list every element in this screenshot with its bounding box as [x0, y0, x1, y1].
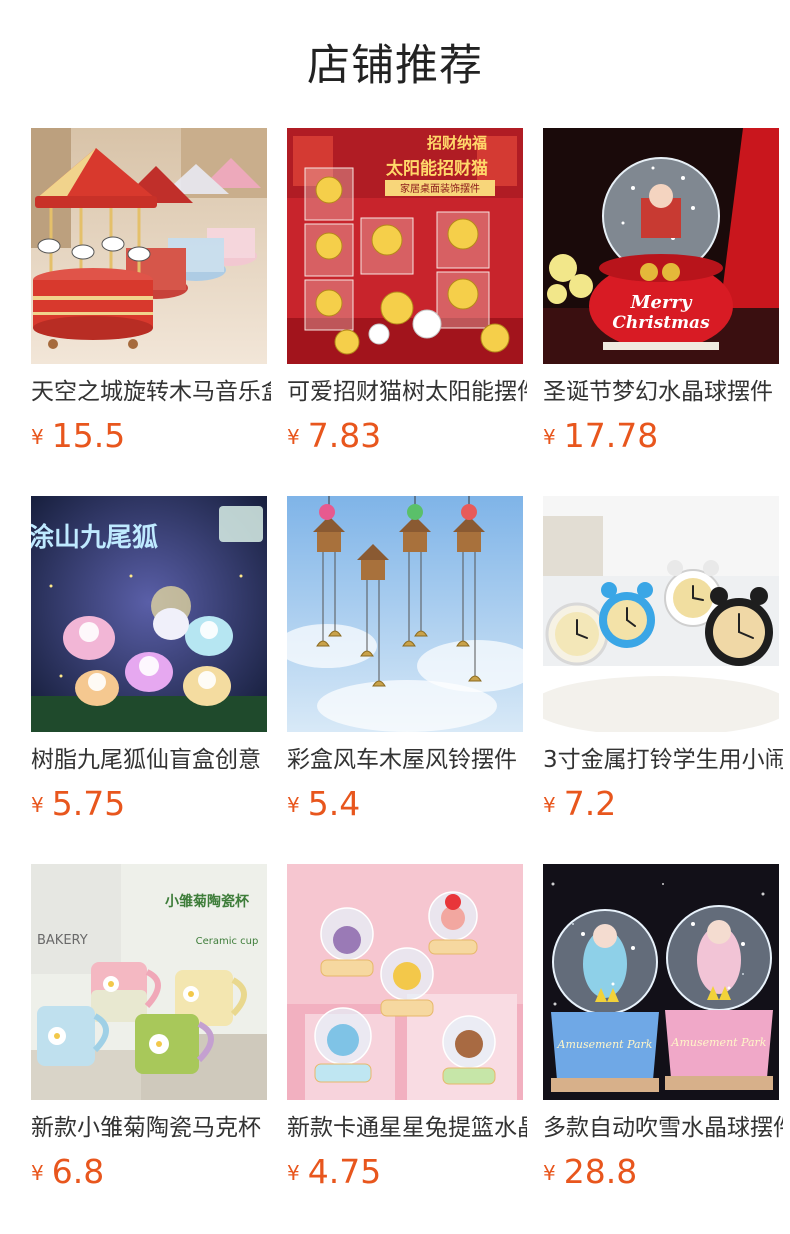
product-name[interactable]: 多款自动吹雪水晶球摆件: [543, 1112, 783, 1144]
product-price: ¥17.78: [543, 416, 658, 456]
price-value: 5.75: [51, 784, 126, 823]
product-card[interactable]: BAKERY 小雏菊陶瓷杯 Ceramic cup 新款小雏菊陶瓷马克杯 ¥ 6…: [31, 864, 267, 1232]
image-text-main: 太阳能招财猫: [386, 158, 488, 179]
currency-symbol: ¥: [543, 793, 556, 817]
image-text-right: Amusement Park: [671, 1036, 767, 1049]
product-image-christmas-snow-globe[interactable]: Merry Christmas: [543, 128, 779, 364]
store-recommendation-page: 店铺推荐 天空之城旋转木马音乐盒 ¥ 15.5 招财纳福 太阳能招财猫 家居桌面…: [0, 0, 790, 1234]
product-image-nine-tail-fox-figures[interactable]: 涂山九尾狐: [31, 496, 267, 732]
product-price: ¥28.8: [543, 1152, 637, 1192]
price-value: 4.75: [307, 1152, 382, 1191]
product-name[interactable]: 圣诞节梦幻水晶球摆件: [543, 376, 783, 408]
image-text-left: Amusement Park: [557, 1038, 653, 1051]
currency-symbol: ¥: [543, 425, 556, 449]
image-text-title: 涂山九尾狐: [31, 522, 158, 553]
product-card[interactable]: 招财纳福 太阳能招财猫 家居桌面装饰摆件 可爱招财猫树太阳能摆件 ¥ 7.83: [287, 128, 527, 496]
image-text-title: 小雏菊陶瓷杯: [165, 893, 250, 910]
price-value: 7.2: [563, 784, 617, 823]
product-price: ¥15.5: [31, 416, 125, 456]
product-name[interactable]: 树脂九尾狐仙盲盒创意: [31, 744, 271, 776]
price-value: 17.78: [563, 416, 659, 455]
product-card[interactable]: 彩盒风车木屋风铃摆件 ¥5.4: [287, 496, 523, 864]
currency-symbol: ¥: [31, 793, 44, 817]
image-text-top: 招财纳福: [427, 134, 487, 152]
product-card[interactable]: Amusement Park Amusement Park 多款自动吹雪水晶球摆…: [543, 864, 783, 1232]
product-price: ¥7.83: [287, 416, 381, 456]
product-card[interactable]: 涂山九尾狐 树脂九尾狐仙盲盒创意 ¥ 5.75: [31, 496, 267, 864]
currency-symbol: ¥: [31, 1161, 44, 1185]
image-text-sub: 家居桌面装饰摆件: [400, 182, 480, 195]
product-price: ¥5.4: [287, 784, 360, 824]
product-image-windmill-wind-chimes[interactable]: [287, 496, 523, 732]
currency-symbol: ¥: [543, 1161, 556, 1185]
image-text-sub: Ceramic cup: [196, 936, 259, 947]
product-name[interactable]: 天空之城旋转木马音乐盒: [31, 376, 271, 408]
product-image-carousel-music-box[interactable]: [31, 128, 267, 364]
product-name[interactable]: 新款卡通星星兔提篮水晶球: [287, 1112, 527, 1144]
price-value: 6.8: [51, 1152, 105, 1191]
product-name[interactable]: 彩盒风车木屋风铃摆件: [287, 744, 527, 776]
product-card[interactable]: 3寸金属打铃学生用小闹钟 ¥7.2: [543, 496, 783, 864]
image-text-merry: Merry: [630, 292, 693, 313]
product-image-snow-crystal-globes[interactable]: Amusement Park Amusement Park: [543, 864, 779, 1100]
product-image-alarm-clocks[interactable]: [543, 496, 779, 732]
product-image-cartoon-crystal-balls[interactable]: [287, 864, 523, 1100]
image-text-christmas: Christmas: [612, 313, 710, 333]
price-value: 7.83: [307, 416, 382, 455]
product-card[interactable]: Merry Christmas 圣诞节梦幻水晶球摆件 ¥17.78: [543, 128, 779, 496]
product-name[interactable]: 新款小雏菊陶瓷马克杯: [31, 1112, 271, 1144]
page-title: 店铺推荐: [307, 41, 483, 91]
product-price: ¥5.75: [31, 784, 125, 824]
currency-symbol: ¥: [287, 1161, 300, 1185]
product-image-daisy-ceramic-mugs[interactable]: BAKERY 小雏菊陶瓷杯 Ceramic cup: [31, 864, 267, 1100]
product-price: ¥4.75: [287, 1152, 381, 1192]
product-price: ¥6.8: [31, 1152, 104, 1192]
product-name[interactable]: 可爱招财猫树太阳能摆件: [287, 376, 527, 408]
price-value: 15.5: [51, 416, 126, 455]
product-grid: 天空之城旋转木马音乐盒 ¥15.5 招财纳福 太阳能招财猫 家居桌面装饰摆件 可…: [31, 128, 790, 1232]
product-name[interactable]: 3寸金属打铃学生用小闹钟: [543, 744, 783, 776]
image-text-bakery: BAKERY: [37, 933, 88, 948]
product-price: ¥7.2: [543, 784, 616, 824]
price-value: 5.4: [307, 784, 361, 823]
price-value: 28.8: [563, 1152, 638, 1191]
currency-symbol: ¥: [287, 425, 300, 449]
product-card[interactable]: 新款卡通星星兔提篮水晶球 ¥4.75: [287, 864, 527, 1232]
currency-symbol: ¥: [31, 425, 44, 449]
product-card[interactable]: 天空之城旋转木马音乐盒 ¥15.5: [31, 128, 271, 496]
currency-symbol: ¥: [287, 793, 300, 817]
product-image-lucky-cat-display[interactable]: 招财纳福 太阳能招财猫 家居桌面装饰摆件: [287, 128, 523, 364]
